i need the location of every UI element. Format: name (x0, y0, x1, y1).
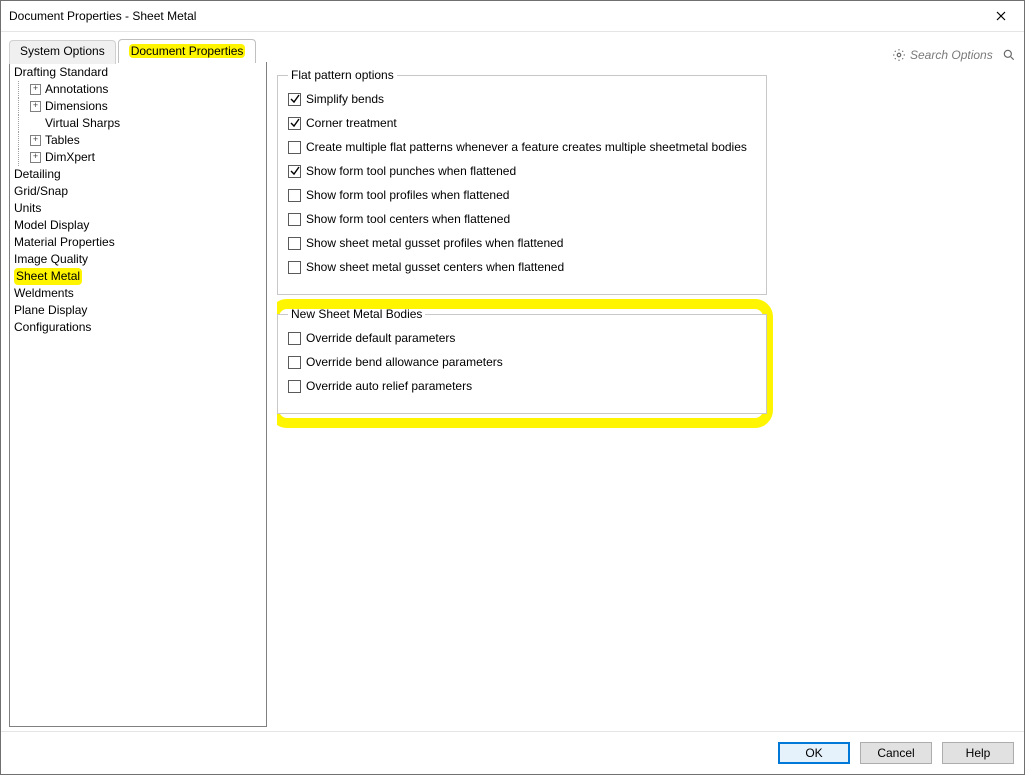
tree-grid-snap[interactable]: Grid/Snap (12, 183, 264, 200)
tree-annotations[interactable]: +Annotations (12, 81, 264, 98)
gear-icon (892, 48, 906, 62)
tree-virtual-sharps[interactable]: Virtual Sharps (12, 115, 264, 132)
ok-button[interactable]: OK (778, 742, 850, 764)
checkbox[interactable] (288, 237, 301, 250)
checkbox[interactable] (288, 261, 301, 274)
checkbox[interactable] (288, 141, 301, 154)
checkbox[interactable] (288, 117, 301, 130)
option-override-relief[interactable]: Override auto relief parameters (288, 379, 756, 393)
settings-panel: Flat pattern options Simplify bends Corn… (277, 62, 1016, 727)
toolbar-row: System Options Document Properties Searc… (1, 32, 1024, 62)
close-button[interactable] (978, 1, 1024, 31)
cancel-button[interactable]: Cancel (860, 742, 932, 764)
tree-drafting-standard[interactable]: Drafting Standard (12, 64, 264, 81)
option-label: Show sheet metal gusset profiles when fl… (306, 236, 563, 250)
expand-icon[interactable]: + (30, 152, 41, 163)
highlight-new-bodies: New Sheet Metal Bodies Override default … (277, 307, 765, 414)
option-label: Show form tool centers when flattened (306, 212, 510, 226)
group-flat-pattern: Flat pattern options Simplify bends Corn… (277, 68, 767, 295)
tree-configurations[interactable]: Configurations (12, 319, 264, 336)
option-override-default[interactable]: Override default parameters (288, 331, 756, 345)
option-label: Override bend allowance parameters (306, 355, 503, 369)
window-title: Document Properties - Sheet Metal (9, 9, 196, 23)
titlebar: Document Properties - Sheet Metal (1, 1, 1024, 32)
nav-tree[interactable]: Drafting Standard +Annotations +Dimensio… (9, 62, 267, 727)
search-options[interactable]: Search Options (892, 48, 1016, 62)
expand-icon[interactable]: + (30, 84, 41, 95)
option-show-punches[interactable]: Show form tool punches when flattened (288, 164, 756, 178)
expand-icon[interactable]: + (30, 135, 41, 146)
tree-model-display[interactable]: Model Display (12, 217, 264, 234)
group-legend: Flat pattern options (288, 68, 397, 82)
option-show-gusset-profiles[interactable]: Show sheet metal gusset profiles when fl… (288, 236, 756, 250)
close-icon (996, 11, 1006, 21)
tabs: System Options Document Properties (9, 39, 258, 63)
tree-material-properties[interactable]: Material Properties (12, 234, 264, 251)
option-label: Corner treatment (306, 116, 397, 130)
option-label: Show form tool punches when flattened (306, 164, 516, 178)
tree-sheet-metal[interactable]: Sheet Metal (12, 268, 264, 285)
help-button[interactable]: Help (942, 742, 1014, 764)
window-buttons (978, 1, 1024, 31)
group-legend: New Sheet Metal Bodies (288, 307, 425, 321)
option-show-gusset-centers[interactable]: Show sheet metal gusset centers when fla… (288, 260, 756, 274)
option-label: Create multiple flat patterns whenever a… (306, 140, 747, 154)
option-show-centers[interactable]: Show form tool centers when flattened (288, 212, 756, 226)
tree-dimxpert[interactable]: +DimXpert (12, 149, 264, 166)
checkbox[interactable] (288, 213, 301, 226)
dialog-window: Document Properties - Sheet Metal System… (0, 0, 1025, 775)
tree-weldments[interactable]: Weldments (12, 285, 264, 302)
checkbox[interactable] (288, 165, 301, 178)
content-area: Drafting Standard +Annotations +Dimensio… (1, 62, 1024, 731)
option-create-multiple[interactable]: Create multiple flat patterns whenever a… (288, 140, 756, 154)
option-corner-treatment[interactable]: Corner treatment (288, 116, 756, 130)
option-label: Simplify bends (306, 92, 384, 106)
option-override-bend[interactable]: Override bend allowance parameters (288, 355, 756, 369)
tree-plane-display[interactable]: Plane Display (12, 302, 264, 319)
tree-units[interactable]: Units (12, 200, 264, 217)
dialog-footer: OK Cancel Help (1, 731, 1024, 774)
checkbox[interactable] (288, 332, 301, 345)
search-icon (1002, 48, 1016, 62)
tab-label: Document Properties (129, 44, 246, 58)
tree-image-quality[interactable]: Image Quality (12, 251, 264, 268)
option-label: Show sheet metal gusset centers when fla… (306, 260, 564, 274)
tab-document-properties[interactable]: Document Properties (118, 39, 257, 63)
option-show-profiles[interactable]: Show form tool profiles when flattened (288, 188, 756, 202)
checkbox[interactable] (288, 93, 301, 106)
tab-system-options[interactable]: System Options (9, 40, 116, 64)
checkbox[interactable] (288, 356, 301, 369)
option-label: Show form tool profiles when flattened (306, 188, 509, 202)
option-simplify-bends[interactable]: Simplify bends (288, 92, 756, 106)
tree-dimensions[interactable]: +Dimensions (12, 98, 264, 115)
option-label: Override auto relief parameters (306, 379, 472, 393)
tree-detailing[interactable]: Detailing (12, 166, 264, 183)
tree-tables[interactable]: +Tables (12, 132, 264, 149)
option-label: Override default parameters (306, 331, 455, 345)
expand-icon[interactable]: + (30, 101, 41, 112)
checkbox[interactable] (288, 189, 301, 202)
tab-label: System Options (20, 44, 105, 58)
search-placeholder: Search Options (910, 48, 998, 62)
checkbox[interactable] (288, 380, 301, 393)
group-new-sheet-metal-bodies: New Sheet Metal Bodies Override default … (277, 307, 767, 414)
